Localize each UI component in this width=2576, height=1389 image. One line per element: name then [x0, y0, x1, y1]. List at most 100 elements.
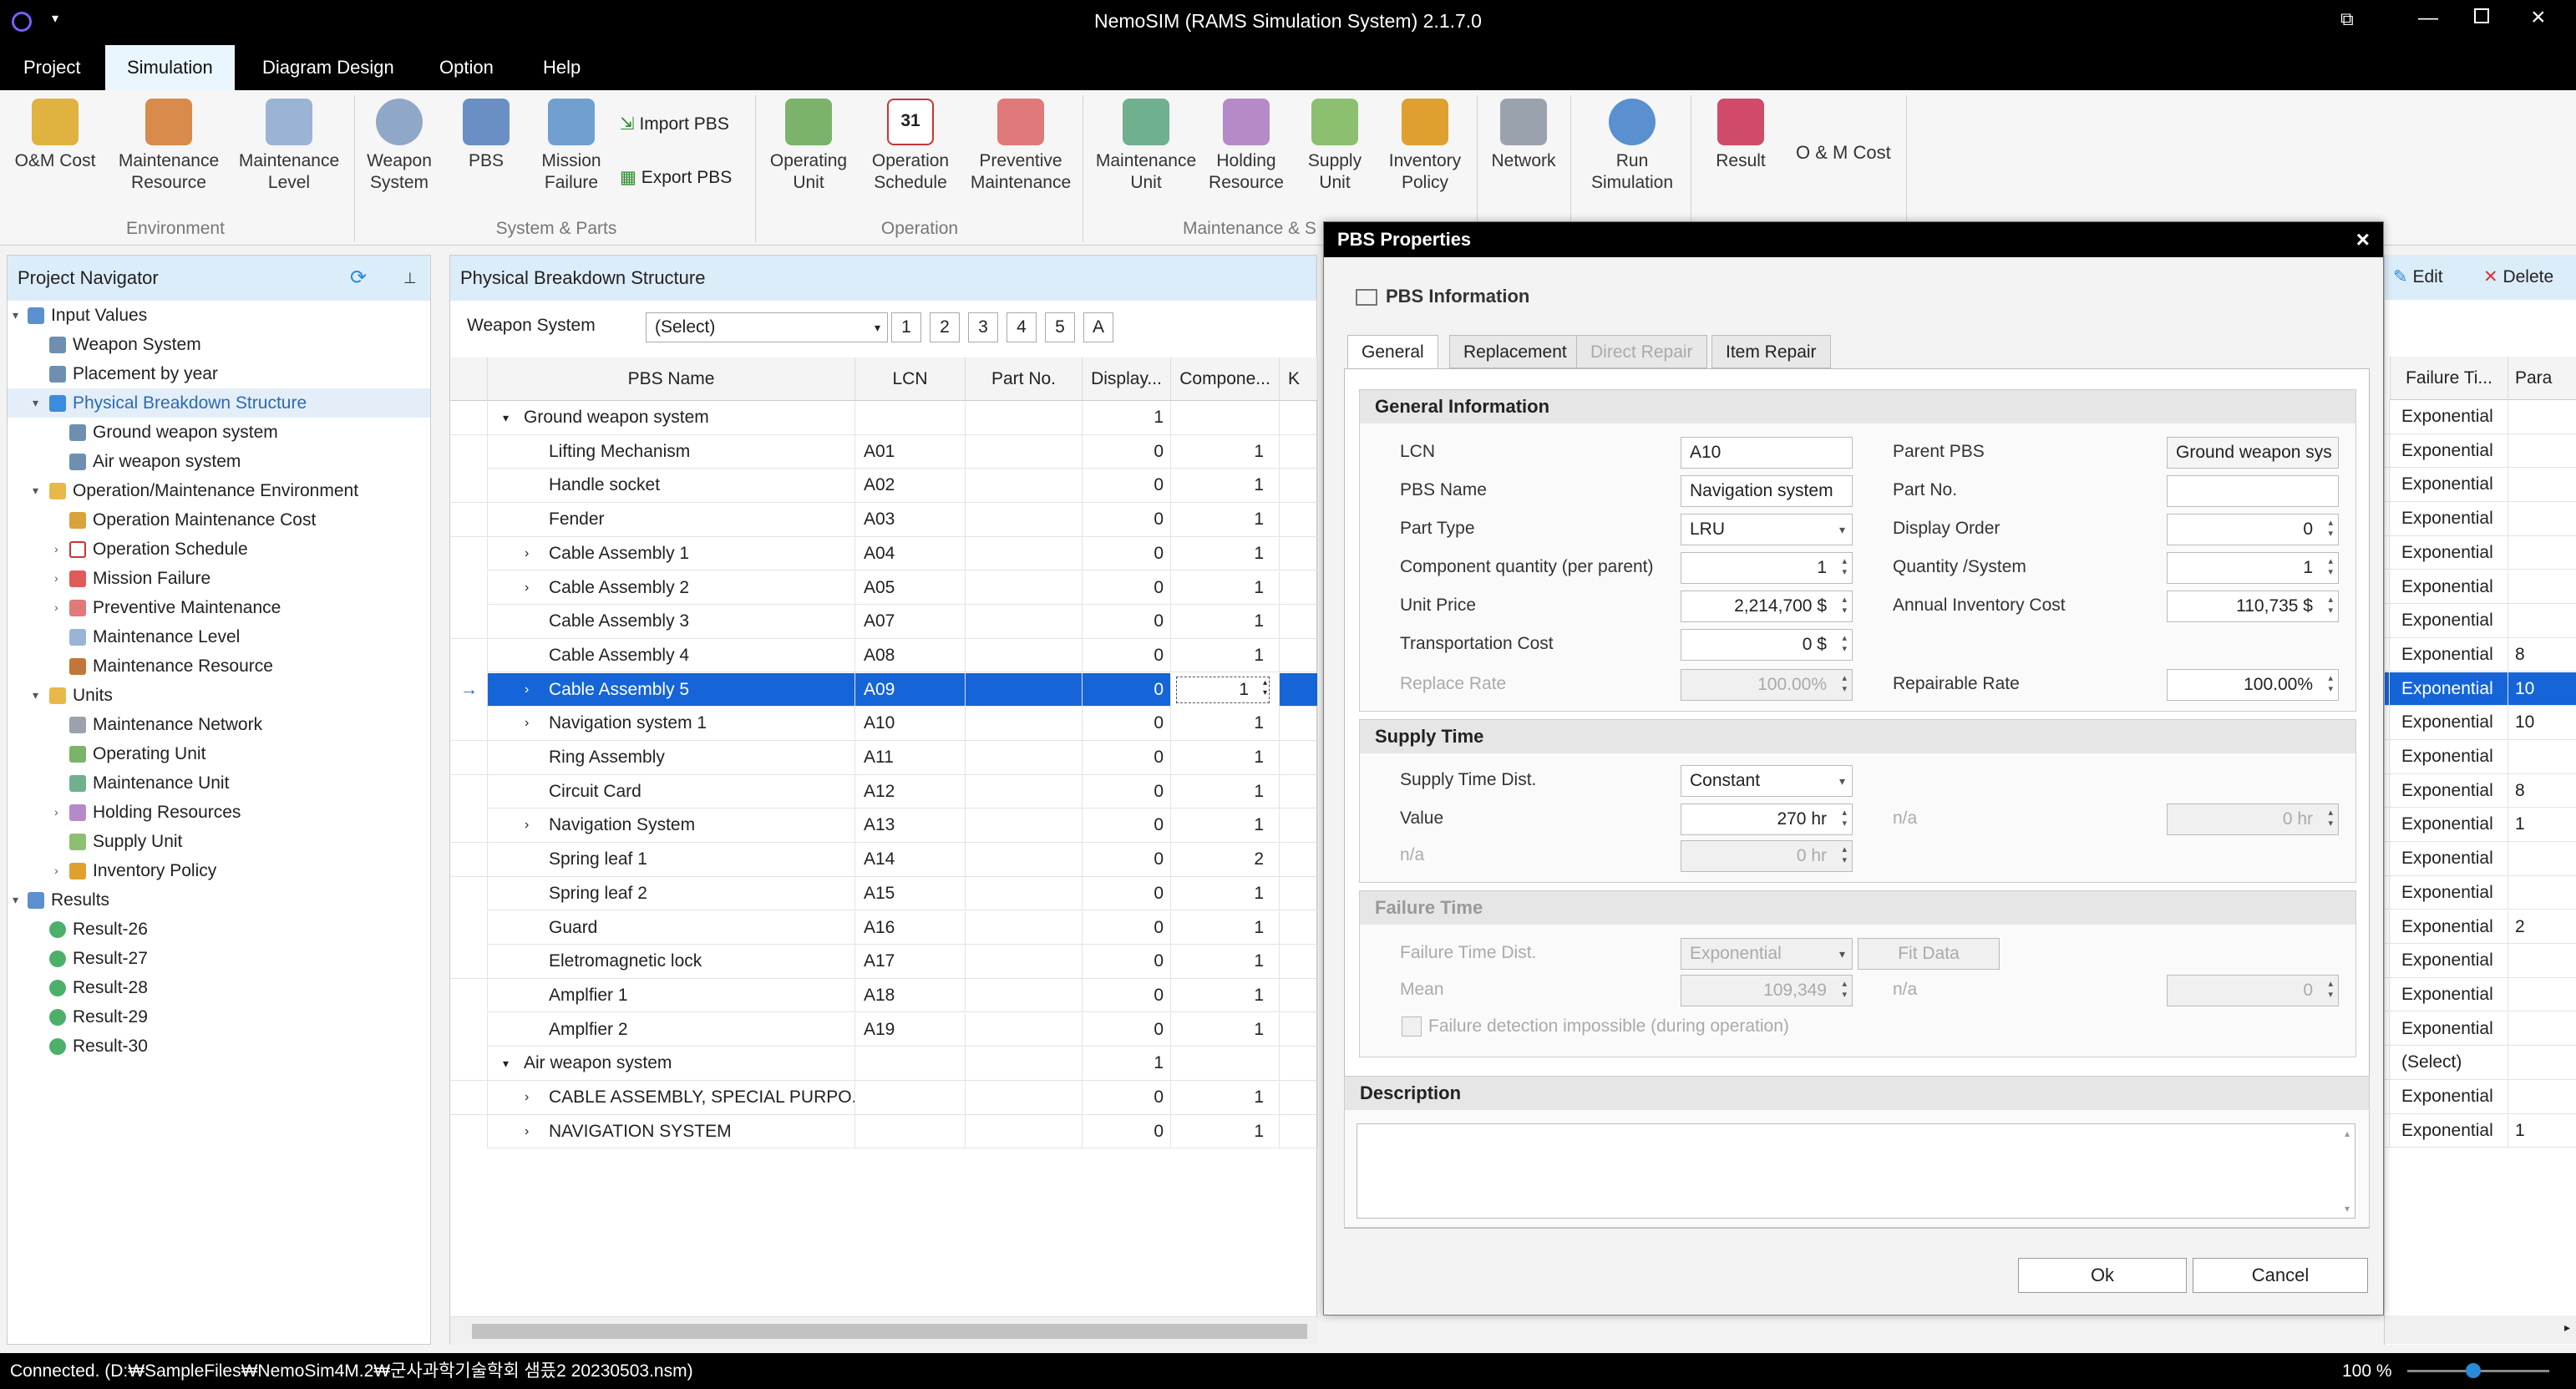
om-cost-label[interactable]: O & M Cost	[1796, 142, 1891, 164]
repairable-rate-field[interactable]: 100.00% ▴ ▾	[2167, 669, 2339, 701]
tree-input-values[interactable]: ▾ Input Values	[8, 301, 430, 330]
spinner-icon[interactable]: ▴ ▾	[1842, 808, 1847, 829]
dialog-close-icon[interactable]: ×	[2356, 222, 2370, 257]
table-row[interactable]: (Select)	[2385, 1046, 2576, 1080]
part-no-field[interactable]	[2167, 475, 2339, 507]
tree-weapon-system[interactable]: Weapon System	[8, 330, 430, 359]
tree-operating-unit[interactable]: Operating Unit	[8, 739, 430, 768]
table-row[interactable]: › Cable Assembly 1 A04 0 1	[450, 536, 1318, 571]
pbs-button[interactable]: PBS	[451, 99, 521, 215]
collapse-icon[interactable]: ▾	[13, 301, 18, 330]
tree-physical-breakdown-structure[interactable]: ▾ Physical Breakdown Structure	[8, 388, 430, 418]
table-row[interactable]: Lifting Mechanism A01 0 1	[450, 434, 1318, 469]
expand-icon[interactable]: ›	[525, 707, 529, 740]
run-simulation-button[interactable]: Run Simulation	[1582, 99, 1682, 215]
table-row[interactable]: › Navigation system 1 A10 0 1	[450, 707, 1318, 741]
table-row[interactable]: Exponential	[2385, 740, 2576, 774]
scrollbar-thumb[interactable]	[472, 1324, 1307, 1339]
table-row[interactable]: Exponential 10	[2385, 706, 2576, 740]
supply-value-field[interactable]: 270 hr ▴ ▾	[1681, 803, 1853, 835]
tree-result-28[interactable]: Result-28	[8, 973, 430, 1002]
collapse-icon[interactable]: ▾	[33, 388, 38, 418]
supply-unit-button[interactable]: Supply Unit	[1295, 99, 1375, 215]
level-5-button[interactable]: 5	[1045, 312, 1075, 342]
zoom-slider[interactable]	[2407, 1363, 2549, 1378]
table-row[interactable]: › CABLE ASSEMBLY, SPECIAL PURPO... 0 1	[450, 1081, 1318, 1115]
quantity-system-field[interactable]: 1 ▴ ▾	[2167, 552, 2339, 584]
operating-unit-button[interactable]: Operating Unit	[762, 99, 855, 215]
table-row[interactable]: Exponential	[2385, 468, 2576, 502]
tree-result-27[interactable]: Result-27	[8, 944, 430, 973]
tree-supply-unit[interactable]: Supply Unit	[8, 827, 430, 856]
table-row[interactable]: → › Cable Assembly 5 A09 0 1 ▴ ▾	[450, 672, 1318, 707]
tree-result-26[interactable]: Result-26	[8, 915, 430, 944]
scroll-right-icon[interactable]: ▸	[2564, 1321, 2570, 1335]
tree-result-29[interactable]: Result-29	[8, 1002, 430, 1032]
column-parameter[interactable]: Para	[2508, 357, 2576, 400]
menu-simulation[interactable]: Simulation	[105, 45, 235, 90]
expand-icon[interactable]: ›	[525, 673, 529, 707]
maintenance-level-button[interactable]: Maintenance Level	[236, 99, 342, 215]
expand-icon[interactable]: ›	[525, 537, 529, 570]
supply-time-dist-select[interactable]: Constant ▾	[1681, 765, 1853, 797]
tab-item-repair[interactable]: Item Repair	[1711, 335, 1831, 368]
table-row[interactable]: Cable Assembly 3 A07 0 1	[450, 605, 1318, 639]
table-row[interactable]: Exponential	[2385, 944, 2576, 978]
spinner-icon[interactable]: ▴ ▾	[2328, 595, 2333, 616]
horizontal-scrollbar[interactable]	[450, 1316, 1318, 1345]
tree-maintenance-resource[interactable]: Maintenance Resource	[8, 651, 430, 681]
table-row[interactable]: Exponential	[2385, 400, 2576, 434]
table-row[interactable]: Eletromagnetic lock A17 0 1	[450, 945, 1318, 979]
table-row[interactable]: Amplfier 1 A18 0 1	[450, 978, 1318, 1013]
maintenance-resource-button[interactable]: Maintenance Resource	[115, 99, 222, 215]
table-row[interactable]: Exponential	[2385, 875, 2576, 910]
table-row[interactable]: Exponential 8	[2385, 773, 2576, 809]
holding-resource-button[interactable]: Holding Resource	[1206, 99, 1286, 215]
cancel-button[interactable]: Cancel	[2193, 1258, 2368, 1293]
table-row[interactable]: Exponential 8	[2385, 637, 2576, 672]
table-row[interactable]: Exponential	[2385, 1011, 2576, 1047]
tab-replacement[interactable]: Replacement	[1449, 335, 1581, 368]
tree-placement-by-year[interactable]: Placement by year	[8, 359, 430, 388]
expand-icon[interactable]: ›	[54, 856, 58, 885]
tree-operation-maintenance-environment[interactable]: ▾ Operation/Maintenance Environment	[8, 476, 430, 505]
column-pbs-name[interactable]: PBS Name	[488, 357, 855, 401]
tree-units[interactable]: ▾ Units	[8, 681, 430, 710]
table-row[interactable]: Exponential	[2385, 502, 2576, 536]
export-pbs-button[interactable]: ▦ Export PBS	[620, 167, 732, 188]
close-icon[interactable]: ×	[2531, 3, 2546, 32]
tree-mission-failure[interactable]: › Mission Failure	[8, 564, 430, 593]
cell-component-editor[interactable]: 1 ▴ ▾	[1171, 672, 1280, 707]
weapon-system-select[interactable]: (Select) ▾	[646, 312, 888, 342]
spinner-icon[interactable]: ▴ ▾	[1842, 556, 1847, 578]
menu-project[interactable]: Project	[2, 45, 102, 90]
menu-help[interactable]: Help	[521, 45, 602, 90]
tree-holding-resources[interactable]: › Holding Resources	[8, 798, 430, 827]
display-order-field[interactable]: 0 ▴ ▾	[2167, 514, 2339, 545]
table-row[interactable]: Exponential	[2385, 604, 2576, 638]
menu-option[interactable]: Option	[418, 45, 515, 90]
tree-preventive-maintenance[interactable]: › Preventive Maintenance	[8, 593, 430, 622]
network-button[interactable]: Network	[1483, 99, 1564, 215]
column-component[interactable]: Compone...	[1171, 357, 1280, 401]
description-textarea[interactable]: ▴ ▾	[1356, 1123, 2355, 1219]
column-part-no[interactable]: Part No.	[966, 357, 1083, 401]
import-pbs-button[interactable]: ⇲ Import PBS	[620, 114, 729, 134]
level-3-button[interactable]: 3	[968, 312, 998, 342]
expand-icon[interactable]: ›	[525, 1115, 529, 1148]
tree-result-30[interactable]: Result-30	[8, 1032, 430, 1061]
component-quantity-field[interactable]: 1 ▴ ▾	[1681, 552, 1853, 584]
tree-air-weapon-system[interactable]: Air weapon system	[8, 447, 430, 476]
preventive-maintenance-button[interactable]: Preventive Maintenance	[969, 99, 1072, 215]
transportation-cost-field[interactable]: 0 $ ▴ ▾	[1681, 629, 1853, 661]
scroll-down-icon[interactable]: ▾	[2345, 1203, 2350, 1214]
maximize-icon[interactable]	[2474, 8, 2489, 23]
expand-icon[interactable]: ›	[525, 1081, 529, 1114]
right-scrollbar[interactable]: ▸	[2385, 1315, 2576, 1344]
table-row[interactable]: Handle socket A02 0 1	[450, 469, 1318, 503]
table-row[interactable]: Fender A03 0 1	[450, 503, 1318, 537]
zoom-slider-handle[interactable]	[2466, 1363, 2481, 1378]
table-row[interactable]: Exponential 1	[2385, 808, 2576, 842]
ok-button[interactable]: Ok	[2018, 1258, 2187, 1293]
tab-general[interactable]: General	[1347, 335, 1438, 368]
